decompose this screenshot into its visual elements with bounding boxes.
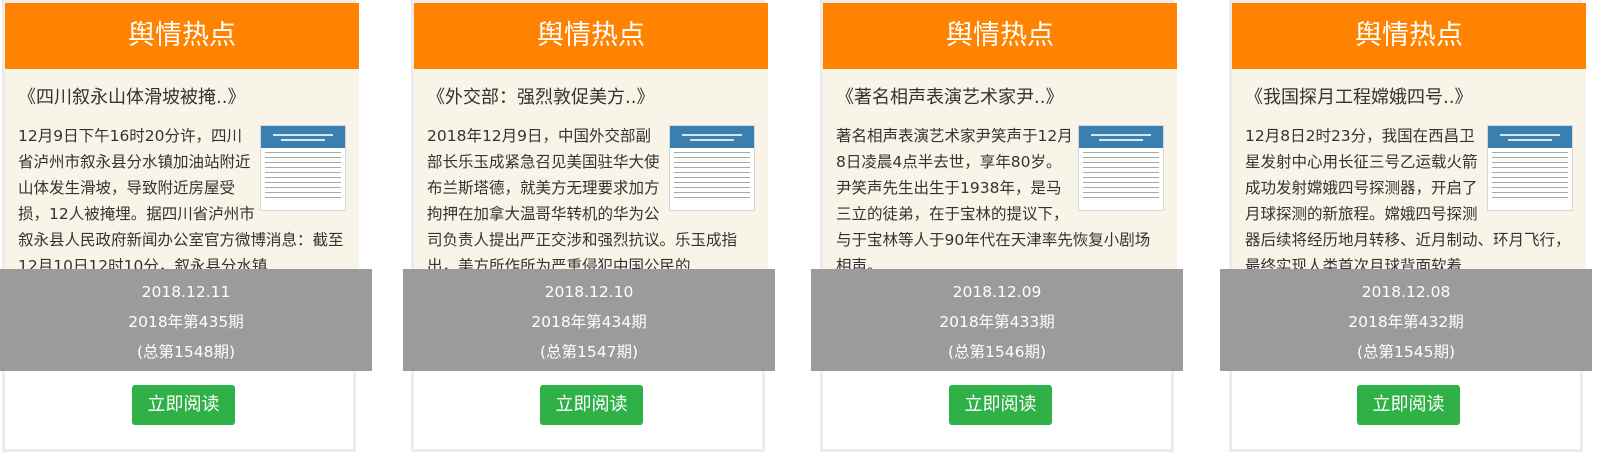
issue-number: 2018年第435期	[128, 313, 244, 331]
read-now-button[interactable]: 立即阅读	[540, 385, 643, 425]
issue-date: 2018.12.11	[141, 283, 231, 301]
read-now-button[interactable]: 立即阅读	[132, 385, 235, 425]
issue-total: (总第1545期)	[1356, 343, 1456, 361]
issue-total: (总第1546期)	[947, 343, 1047, 361]
issue-number: 2018年第434期	[531, 313, 647, 331]
card-header: 舆情热点	[1232, 3, 1586, 69]
report-card-list: 舆情热点 《四川叙永山体滑坡被掩..》 12月9日下午16时20分许，四川省泸州…	[0, 0, 1598, 468]
report-thumbnail-icon	[1487, 125, 1573, 211]
read-now-button[interactable]: 立即阅读	[1357, 385, 1460, 425]
report-thumbnail-icon	[1078, 125, 1164, 211]
issue-date: 2018.12.09	[952, 283, 1042, 301]
issue-total: (总第1548期)	[136, 343, 236, 361]
read-now-button[interactable]: 立即阅读	[949, 385, 1052, 425]
card-title[interactable]: 《我国探月工程嫦娥四号..》	[1245, 85, 1573, 111]
card-header: 舆情热点	[823, 3, 1177, 69]
issue-number: 2018年第433期	[939, 313, 1055, 331]
report-thumbnail-icon	[260, 125, 346, 211]
issue-info-overlay: 2018.12.09 2018年第433期 (总第1546期)	[811, 269, 1183, 371]
issue-total: (总第1547期)	[539, 343, 639, 361]
card-header: 舆情热点	[5, 3, 359, 69]
issue-date: 2018.12.10	[544, 283, 634, 301]
card-body: 《著名相声表演艺术家尹..》 著名相声表演艺术家尹笑声于12月8日凌晨4点半去世…	[823, 69, 1177, 269]
report-thumbnail-icon	[669, 125, 755, 211]
issue-info-overlay: 2018.12.10 2018年第434期 (总第1547期)	[403, 269, 775, 371]
issue-number: 2018年第432期	[1348, 313, 1464, 331]
issue-info-overlay: 2018.12.11 2018年第435期 (总第1548期)	[0, 269, 372, 371]
card-title[interactable]: 《著名相声表演艺术家尹..》	[836, 85, 1164, 111]
card-body: 《四川叙永山体滑坡被掩..》 12月9日下午16时20分许，四川省泸州市叙永县分…	[5, 69, 359, 269]
card-title[interactable]: 《外交部：强烈敦促美方..》	[427, 85, 755, 111]
card-title[interactable]: 《四川叙永山体滑坡被掩..》	[18, 85, 346, 111]
card-body: 《我国探月工程嫦娥四号..》 12月8日2时23分，我国在西昌卫星发射中心用长征…	[1232, 69, 1586, 269]
issue-info-overlay: 2018.12.08 2018年第432期 (总第1545期)	[1220, 269, 1592, 371]
card-body: 《外交部：强烈敦促美方..》 2018年12月9日，中国外交部副部长乐玉成紧急召…	[414, 69, 768, 269]
issue-date: 2018.12.08	[1361, 283, 1451, 301]
card-header: 舆情热点	[414, 3, 768, 69]
